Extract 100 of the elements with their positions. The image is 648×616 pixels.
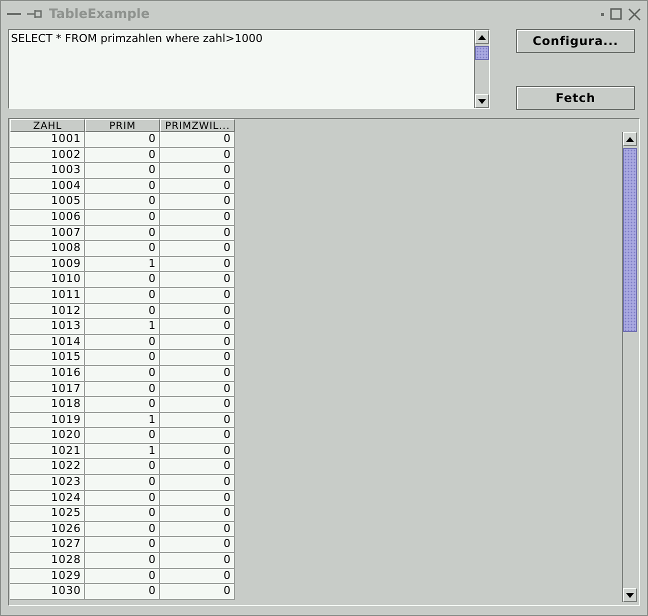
column-header[interactable]: ZAHL <box>10 119 85 132</box>
table-cell: 0 <box>85 272 160 288</box>
table-cell: 1024 <box>10 490 85 506</box>
table-cell: 0 <box>160 241 235 257</box>
scroll-up-button[interactable] <box>623 132 637 146</box>
table-cell: 0 <box>85 537 160 554</box>
table-cell: 0 <box>85 382 160 398</box>
table-cell: 0 <box>85 304 160 320</box>
table-cell: 0 <box>160 210 235 226</box>
table-cell: 1022 <box>10 459 85 476</box>
table-cell: 0 <box>160 132 235 148</box>
table-cell: 1 <box>85 319 160 335</box>
table-cell: 1 <box>85 412 160 428</box>
table-cell: 0 <box>85 490 160 506</box>
table-cell: 1011 <box>10 288 85 304</box>
table-cell: 1003 <box>10 163 85 179</box>
table-cell: 0 <box>85 584 160 600</box>
table-cell: 0 <box>85 397 160 413</box>
table-cell: 0 <box>85 178 160 194</box>
table-cell: 0 <box>160 366 235 382</box>
table-cell: 1021 <box>10 444 85 460</box>
table-cell: 1009 <box>10 256 85 272</box>
table-cell: 0 <box>160 304 235 320</box>
table-cell: 0 <box>85 226 160 242</box>
table-cell: 1030 <box>10 584 85 600</box>
table-cell: 1020 <box>10 428 85 444</box>
table-cell: 0 <box>160 490 235 506</box>
table-cell: 0 <box>85 568 160 584</box>
table-cell: 1018 <box>10 397 85 413</box>
up-arrow-icon <box>626 136 634 142</box>
table-cell: 0 <box>160 584 235 600</box>
table-cell: 1016 <box>10 366 85 382</box>
table-cell: 1019 <box>10 412 85 428</box>
table-cell: 1023 <box>10 475 85 491</box>
table-cell: 0 <box>160 506 235 522</box>
table-cell: 0 <box>85 148 160 164</box>
close-icon[interactable] <box>628 8 641 20</box>
scroll-down-button[interactable] <box>623 588 637 602</box>
table-cell: 1025 <box>10 506 85 522</box>
table-cell: 0 <box>85 475 160 491</box>
pin-icon[interactable] <box>27 9 43 19</box>
minimize-icon[interactable] <box>7 12 21 16</box>
table-cell: 1028 <box>10 553 85 569</box>
scroll-thumb[interactable] <box>623 148 637 332</box>
table-cell: 1010 <box>10 272 85 288</box>
table-cell: 0 <box>160 272 235 288</box>
table-cell: 0 <box>160 350 235 366</box>
table-cell: 1027 <box>10 537 85 554</box>
table-cell: 0 <box>160 537 235 554</box>
push-button[interactable]: Configura... <box>516 29 635 53</box>
table-cell: 0 <box>85 132 160 148</box>
table-cell: 0 <box>160 163 235 179</box>
table-cell: 1015 <box>10 350 85 366</box>
table-cell: 0 <box>85 241 160 257</box>
column-header[interactable]: PRIM <box>85 119 160 132</box>
table-cell: 0 <box>85 288 160 304</box>
maximize-icon[interactable] <box>610 8 622 20</box>
window-title: TableExample <box>49 6 151 22</box>
table-cell: 0 <box>160 412 235 428</box>
push-button[interactable]: Fetch <box>516 86 635 110</box>
table-cell: 0 <box>160 178 235 194</box>
table-cell: 0 <box>160 288 235 304</box>
table-cell: 1001 <box>10 132 85 148</box>
table-cell: 1017 <box>10 382 85 398</box>
table-cell: 1006 <box>10 210 85 226</box>
table-cell: 1026 <box>10 522 85 538</box>
table-cell: 0 <box>160 319 235 335</box>
table-cell: 1005 <box>10 194 85 210</box>
table-cell: 1 <box>85 444 160 460</box>
table-cell: 0 <box>160 444 235 460</box>
table-cell: 0 <box>85 506 160 522</box>
table-cell: 0 <box>160 459 235 476</box>
table-cell: 0 <box>160 334 235 350</box>
table-cell: 0 <box>85 334 160 350</box>
table-cell: 1014 <box>10 334 85 350</box>
table-cell: 0 <box>160 256 235 272</box>
table-cell: 0 <box>85 522 160 538</box>
table-cell: 0 <box>160 148 235 164</box>
column-header[interactable]: PRIMZWIL... <box>160 119 235 132</box>
table-cell: 1008 <box>10 241 85 257</box>
table-cell: 1012 <box>10 304 85 320</box>
table-cell: 0 <box>85 459 160 476</box>
table-cell: 0 <box>85 194 160 210</box>
table-cell: 0 <box>160 428 235 444</box>
table-cell: 0 <box>160 226 235 242</box>
table-cell: 1029 <box>10 568 85 584</box>
table-cell: 0 <box>160 194 235 210</box>
table-cell: 0 <box>85 366 160 382</box>
table-cell: 0 <box>160 397 235 413</box>
table-cell: 0 <box>85 428 160 444</box>
table-cell: 0 <box>85 553 160 569</box>
table-cell: 1007 <box>10 226 85 242</box>
table-cell: 0 <box>160 568 235 584</box>
table-cell: 1002 <box>10 148 85 164</box>
table-cell: 0 <box>85 163 160 179</box>
table-cell: 0 <box>85 350 160 366</box>
table-cell: 0 <box>160 522 235 538</box>
table-cell: 1013 <box>10 319 85 335</box>
table-cell: 0 <box>160 475 235 491</box>
table-cell: 1 <box>85 256 160 272</box>
